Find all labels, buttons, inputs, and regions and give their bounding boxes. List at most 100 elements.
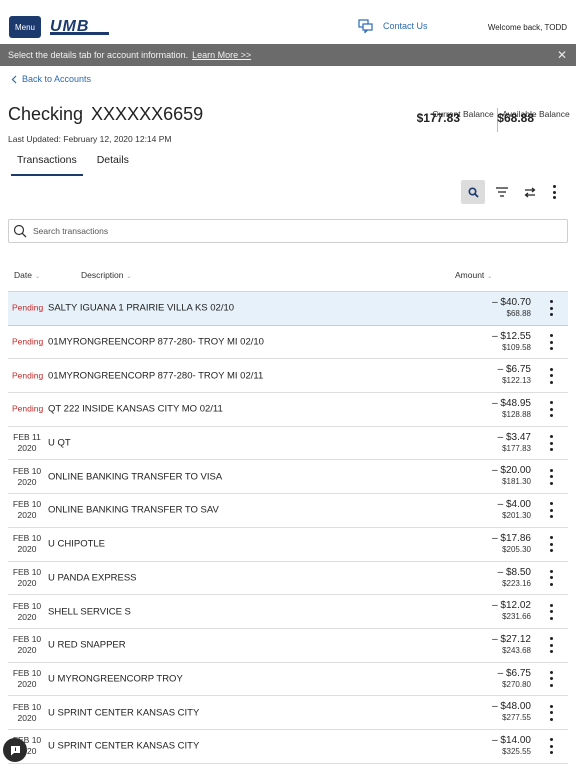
transaction-amounts: – $20.00 $181.30 xyxy=(492,465,531,486)
running-balance: $325.55 xyxy=(502,746,531,756)
transaction-description: U SPRINT CENTER KANSAS CITY xyxy=(48,707,200,719)
transaction-date-line1: Pending xyxy=(12,336,44,347)
learn-more-link[interactable]: Learn More >> xyxy=(192,50,251,60)
chat-bubble-icon xyxy=(358,19,373,33)
transaction-date-year: 2020 xyxy=(17,678,37,689)
transaction-description: U PANDA EXPRESS xyxy=(48,572,137,584)
more-vertical-icon[interactable] xyxy=(546,468,556,485)
transaction-date-year: 2020 xyxy=(17,645,37,656)
tab-transactions[interactable]: Transactions xyxy=(11,150,83,176)
more-options-button[interactable] xyxy=(542,180,566,204)
transaction-date-year: 2020 xyxy=(17,577,37,588)
transaction-description: 01MYRONGREENCORP 877-280- TROY MI 02/10 xyxy=(48,336,264,348)
more-vertical-icon[interactable] xyxy=(546,603,556,620)
transaction-date-year: 2020 xyxy=(17,544,37,555)
description-header-label: Description xyxy=(81,270,124,280)
running-balance: $181.30 xyxy=(502,477,531,487)
more-vertical-icon[interactable] xyxy=(546,502,556,519)
info-banner: Select the details tab for account infor… xyxy=(0,44,576,66)
transaction-amounts: – $3.47 $177.83 xyxy=(498,432,531,453)
umb-logo[interactable]: UMB xyxy=(50,17,109,37)
transaction-amounts: – $48.00 $277.55 xyxy=(492,701,531,722)
transaction-row[interactable]: FEB 10 2020 U RED SNAPPER – $27.12 $243.68 xyxy=(8,629,568,663)
transaction-date-year: 2020 xyxy=(17,712,37,723)
close-icon[interactable]: ✕ xyxy=(557,48,567,62)
chat-button[interactable] xyxy=(3,738,27,762)
transaction-amount: – $3.47 xyxy=(497,431,531,443)
more-vertical-icon[interactable] xyxy=(546,401,556,418)
transaction-date-line1: FEB 10 xyxy=(12,667,42,678)
transaction-row[interactable]: FEB 10 2020 ONLINE BANKING TRANSFER TO SAV… xyxy=(8,494,568,528)
transaction-amount: – $27.12 xyxy=(492,633,531,645)
transaction-date: FEB 10 2020 xyxy=(12,668,42,690)
more-vertical-icon[interactable] xyxy=(546,536,556,553)
transaction-description: 01MYRONGREENCORP 877-280- TROY MI 02/11 xyxy=(48,370,264,382)
transaction-row[interactable]: FEB 10 2020 U SPRINT CENTER KANSAS CITY – $… xyxy=(8,730,568,764)
filter-button[interactable] xyxy=(490,180,514,204)
tab-details[interactable]: Details xyxy=(91,150,135,176)
more-vertical-icon[interactable] xyxy=(546,435,556,452)
banner-text: Select the details tab for account infor… xyxy=(8,50,189,60)
transaction-row[interactable]: FEB 10 2020 U SPRINT CENTER KANSAS CITY – $… xyxy=(8,696,568,730)
filter-icon xyxy=(496,187,508,197)
transaction-date-year: 2020 xyxy=(17,611,37,622)
running-balance: $177.83 xyxy=(502,443,531,453)
transaction-amounts: – $17.86 $205.30 xyxy=(492,533,531,554)
column-header-description[interactable]: Description ⌄ xyxy=(81,270,132,280)
more-vertical-icon[interactable] xyxy=(546,637,556,654)
running-balance: $243.68 xyxy=(502,645,531,655)
menu-button[interactable]: Menu xyxy=(9,16,41,38)
transaction-row[interactable]: FEB 11 2020 U QT – $3.47 $177.83 xyxy=(8,427,568,461)
transaction-row[interactable]: FEB 10 2020 ONLINE BANKING TRANSFER TO VIS… xyxy=(8,460,568,495)
more-vertical-icon[interactable] xyxy=(546,334,556,351)
transaction-description: U RED SNAPPER xyxy=(48,639,126,651)
transaction-amounts: – $12.02 $231.66 xyxy=(492,600,531,621)
transactions-table: Pending SALTY IGUANA 1 PRAIRIE VILLA KS 0… xyxy=(8,291,568,764)
more-vertical-icon[interactable] xyxy=(546,738,556,755)
transaction-amounts: – $4.00 $201.30 xyxy=(498,499,531,520)
transaction-amount: – $6.75 xyxy=(497,364,531,376)
search-toggle-button[interactable] xyxy=(461,180,485,204)
column-header-amount[interactable]: Amount ⌄ xyxy=(455,270,492,280)
account-type: Checking xyxy=(8,104,84,124)
transaction-description: U MYRONGREENCORP TROY xyxy=(48,673,183,685)
transaction-amount: – $17.86 xyxy=(492,532,531,544)
column-header-date[interactable]: Date ⌄ xyxy=(14,270,40,280)
more-vertical-icon[interactable] xyxy=(546,300,556,317)
back-label: Back to Accounts xyxy=(22,74,92,84)
transaction-date: Pending xyxy=(12,337,43,348)
transaction-description: SHELL SERVICE S xyxy=(48,606,131,618)
more-vertical-icon[interactable] xyxy=(546,569,556,586)
transaction-date: Pending xyxy=(12,303,43,314)
transaction-row[interactable]: FEB 10 2020 U MYRONGREENCORP TROY – $6.75 $2… xyxy=(8,663,568,697)
transaction-date-line1: Pending xyxy=(12,370,44,381)
account-number: XXXXXX6659 xyxy=(91,104,204,124)
transaction-row[interactable]: FEB 10 2020 SHELL SERVICE S – $12.02 $231.66 xyxy=(8,595,568,629)
transaction-date-line1: FEB 10 xyxy=(12,465,42,476)
transaction-amount: – $48.00 xyxy=(492,701,531,713)
search-transactions-input[interactable] xyxy=(33,226,533,236)
running-balance: $109.58 xyxy=(502,342,531,352)
contact-us-link[interactable]: Contact Us xyxy=(358,19,428,33)
transaction-amount: – $4.00 xyxy=(497,499,531,511)
more-vertical-icon[interactable] xyxy=(546,670,556,687)
transaction-date: Pending xyxy=(12,370,43,381)
back-to-accounts-link[interactable]: Back to Accounts xyxy=(11,74,91,84)
available-balance-value: $68.88 xyxy=(497,111,534,125)
transaction-row[interactable]: FEB 10 2020 U CHIPOTLE – $17.86 $205.30 xyxy=(8,528,568,562)
chevron-left-icon xyxy=(11,75,17,83)
transaction-row[interactable]: Pending SALTY IGUANA 1 PRAIRIE VILLA KS 0… xyxy=(8,292,568,326)
running-balance: $68.88 xyxy=(506,309,531,318)
app-header: Menu UMB Contact Us Welcome back, TODD xyxy=(0,0,576,44)
more-vertical-icon[interactable] xyxy=(546,704,556,721)
transaction-row[interactable]: FEB 10 2020 U PANDA EXPRESS – $8.50 $223.16 xyxy=(8,562,568,596)
svg-text:UMB: UMB xyxy=(50,18,89,35)
more-vertical-icon[interactable] xyxy=(546,367,556,384)
transaction-row[interactable]: Pending 01MYRONGREENCORP 877-280- TROY MI… xyxy=(8,326,568,360)
transfer-button[interactable] xyxy=(518,180,542,204)
transaction-row[interactable]: Pending QT 222 INSIDE KANSAS CITY MO 02/1… xyxy=(8,393,568,427)
transaction-row[interactable]: Pending 01MYRONGREENCORP 877-280- TROY MI… xyxy=(8,359,568,394)
transaction-date-year: 2020 xyxy=(17,510,37,521)
transaction-date-year: 2020 xyxy=(17,476,37,487)
running-balance: $270.80 xyxy=(502,679,531,689)
